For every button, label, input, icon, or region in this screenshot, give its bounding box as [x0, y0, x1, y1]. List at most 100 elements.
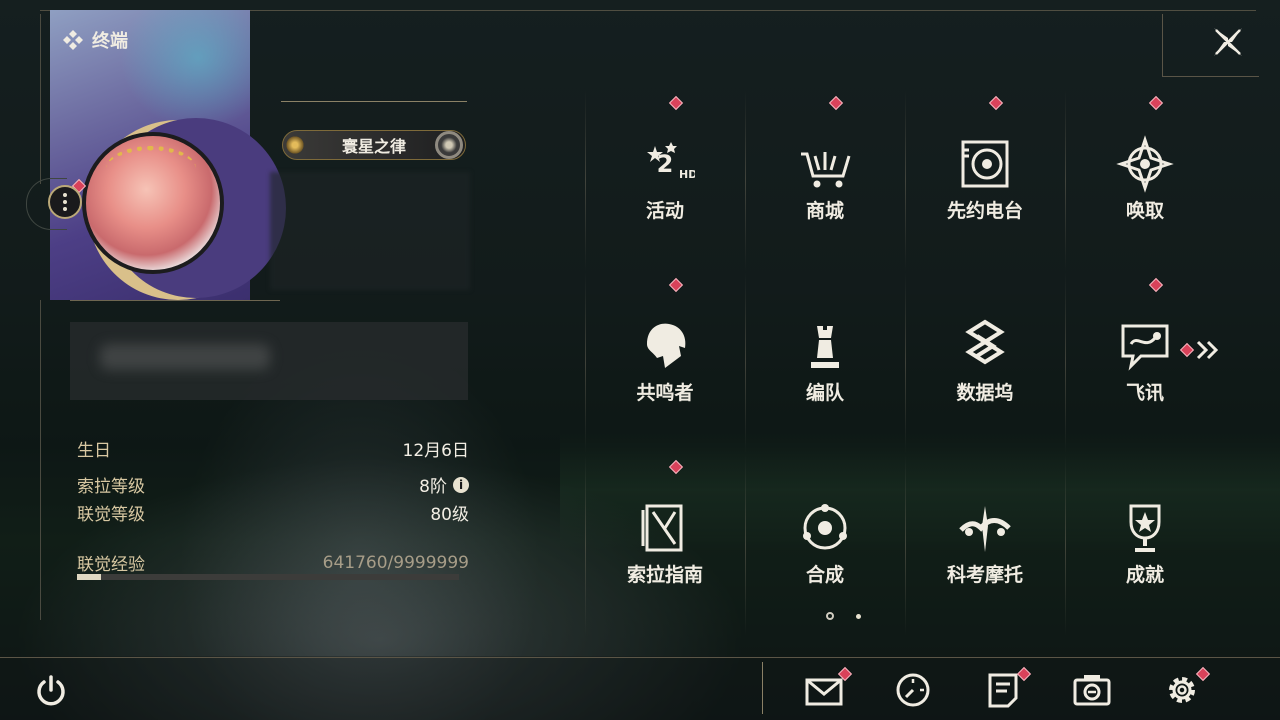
exp-progress-bar	[77, 574, 459, 580]
notification-badge	[668, 95, 684, 111]
avatar-wreath	[106, 146, 196, 191]
page-dot-active[interactable]	[826, 612, 834, 620]
stat-union-exp: 联觉经验 641760/9999999	[77, 550, 469, 576]
stat-label: 生日	[77, 441, 111, 461]
close-icon	[1214, 28, 1242, 56]
cell-divider	[905, 272, 906, 454]
menu-item-label: 科考摩托	[946, 564, 1023, 586]
shop-cart-icon	[795, 134, 855, 194]
notification-badge	[668, 459, 684, 475]
menu-item-synthesis[interactable]: 合成	[745, 454, 905, 636]
double-chevron-right-icon	[1196, 340, 1219, 360]
cell-divider	[745, 272, 746, 454]
clock-button[interactable]	[893, 670, 933, 710]
convene-compass-icon	[1115, 134, 1175, 194]
next-page-badge	[1179, 342, 1195, 358]
stat-value-group: 8阶 i	[419, 472, 469, 497]
stat-value: 641760/9999999	[322, 552, 469, 573]
menu-item-guide-book[interactable]: 索拉指南	[585, 454, 745, 636]
menu-item-motorcycle[interactable]: 科考摩托	[905, 454, 1065, 636]
power-icon	[37, 675, 65, 706]
cell-divider	[1065, 454, 1066, 636]
notification-badge	[668, 277, 684, 293]
data-bank-icon	[955, 316, 1015, 376]
badge-right-ornament	[435, 131, 463, 159]
blurred-signature-area	[70, 322, 468, 400]
notes-button[interactable]	[983, 670, 1023, 710]
page-dot[interactable]	[856, 613, 861, 619]
notes-icon	[988, 673, 1018, 708]
avatar[interactable]	[82, 132, 224, 274]
more-options-button[interactable]	[48, 185, 82, 219]
cell-divider	[585, 454, 586, 636]
camera-button[interactable]	[1072, 670, 1112, 710]
menu-item-convene-compass[interactable]: 唤取	[1065, 90, 1225, 272]
camera-icon	[1073, 675, 1111, 706]
activity-2nd-icon: 2 HD	[635, 134, 697, 194]
stat-sol-rank: 索拉等级 8阶 i	[77, 472, 469, 497]
title-badge[interactable]: 寰星之律	[282, 130, 466, 160]
stat-value: 80级	[430, 505, 469, 525]
menu-item-label: 先约电台	[946, 200, 1023, 222]
profile-divider	[70, 300, 280, 301]
left-frame-line	[40, 300, 41, 620]
menu-item-resonator-head[interactable]: 共鸣者	[585, 272, 745, 454]
svg-text:HD: HD	[679, 168, 695, 181]
cell-divider	[1065, 90, 1066, 272]
synthesis-icon	[795, 498, 855, 558]
stat-union-level: 联觉等级 80级	[77, 500, 469, 525]
notification-badge	[1148, 277, 1164, 293]
bottom-bar-line	[0, 657, 1280, 658]
guide-book-icon	[635, 498, 695, 558]
diamond-cluster-icon	[63, 30, 83, 50]
menu-item-shop-cart[interactable]: 商城	[745, 90, 905, 272]
settings-button[interactable]	[1162, 670, 1202, 710]
cell-divider	[905, 90, 906, 272]
bottom-divider	[762, 662, 763, 714]
title-badge-label: 寰星之律	[341, 137, 406, 156]
close-button[interactable]	[1208, 22, 1248, 62]
notification-badge	[1148, 95, 1164, 111]
menu-item-label: 索拉指南	[626, 564, 703, 586]
menu-item-label: 数据坞	[956, 382, 1014, 404]
mail-icon	[805, 678, 843, 706]
menu-item-chess-team[interactable]: 编队	[745, 272, 905, 454]
exp-progress-fill	[77, 574, 102, 580]
stat-label: 联觉经验	[77, 555, 145, 575]
blurred-id-area	[270, 172, 470, 290]
menu-item-label: 成就	[1125, 564, 1164, 586]
menu-item-activity-2nd[interactable]: 2 HD 活动	[585, 90, 745, 272]
trophy-icon	[1115, 498, 1175, 558]
menu-item-radio[interactable]: 先约电台	[905, 90, 1065, 272]
stat-birthday: 生日 12月6日	[77, 436, 469, 461]
info-icon[interactable]: i	[453, 476, 469, 493]
power-button[interactable]	[32, 672, 70, 710]
cell-divider	[585, 272, 586, 454]
resonator-head-icon	[635, 316, 695, 376]
next-page-button[interactable]	[1179, 340, 1220, 360]
mail-button[interactable]	[804, 672, 844, 712]
page-indicator	[826, 612, 861, 620]
chat-message-icon	[1115, 316, 1175, 376]
clock-icon	[896, 673, 930, 707]
menu-item-data-bank[interactable]: 数据坞	[905, 272, 1065, 454]
terminal-title: 终端	[62, 27, 128, 53]
cell-divider	[585, 90, 586, 272]
menu-item-label: 飞讯	[1125, 382, 1164, 404]
settings-gear-icon	[1169, 677, 1195, 703]
notification-badge	[988, 95, 1004, 111]
menu-item-label: 商城	[805, 200, 844, 222]
menu-item-label: 共鸣者	[636, 382, 694, 404]
stat-value: 12月6日	[402, 441, 469, 461]
stat-label: 索拉等级	[77, 477, 145, 497]
badge-divider	[281, 101, 467, 102]
stat-label: 联觉等级	[77, 505, 145, 525]
menu-item-chat-message[interactable]: 飞讯	[1065, 272, 1225, 454]
badge-left-ornament	[285, 135, 305, 155]
menu-item-trophy[interactable]: 成就	[1065, 454, 1225, 636]
cell-divider	[905, 454, 906, 636]
cell-divider	[1065, 272, 1066, 454]
menu-item-label: 活动	[645, 200, 684, 222]
cell-divider	[745, 454, 746, 636]
menu-item-label: 合成	[805, 564, 844, 586]
